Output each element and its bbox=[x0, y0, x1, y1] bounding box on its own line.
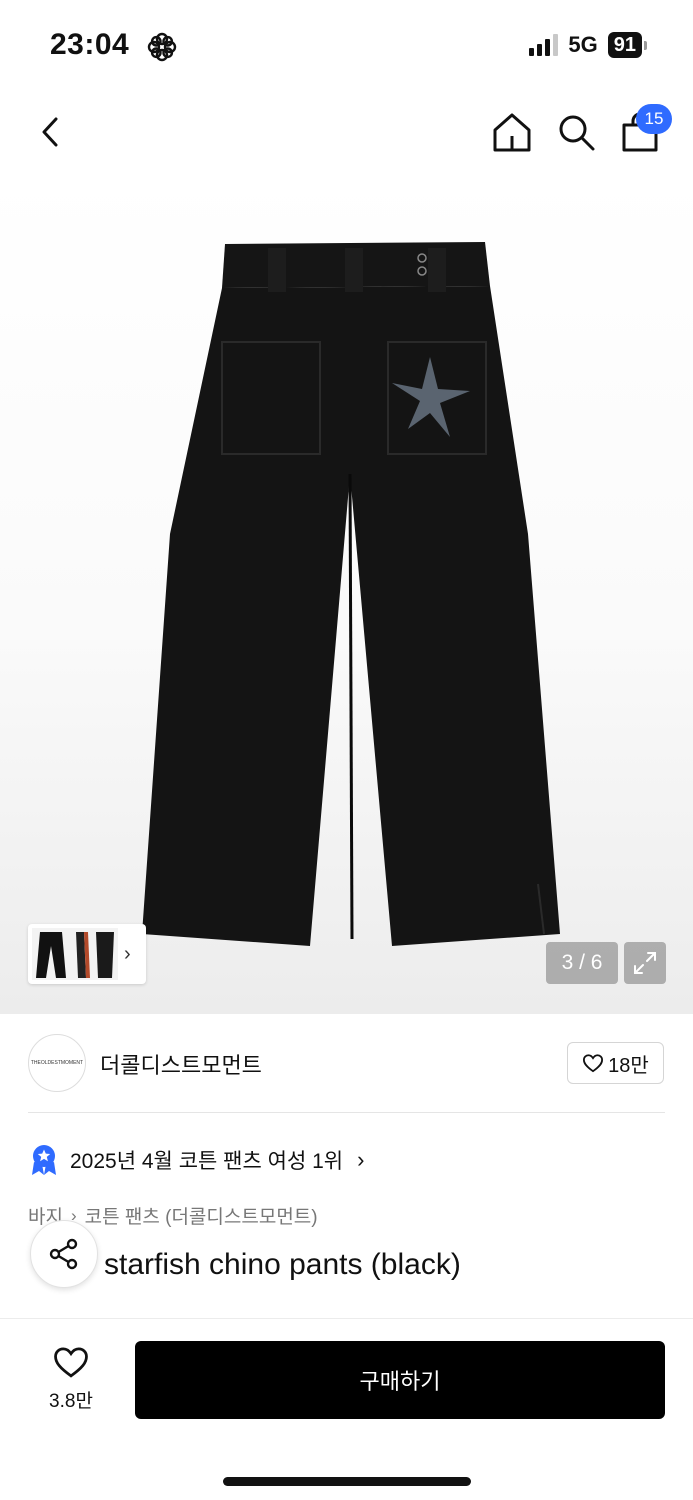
search-button[interactable] bbox=[554, 110, 598, 154]
home-icon bbox=[493, 113, 531, 152]
thumbnail-strip-button[interactable]: › bbox=[28, 924, 146, 984]
expand-icon bbox=[634, 952, 656, 974]
chevron-left-icon bbox=[42, 117, 58, 147]
brand-row: THEOLDESTMOMENT 더콜디스트모먼트 18만 bbox=[0, 1014, 693, 1114]
bottom-action-bar: 3.8만 구매하기 bbox=[0, 1318, 693, 1500]
heart-icon bbox=[54, 1347, 88, 1378]
search-icon bbox=[559, 115, 595, 151]
breadcrumb-subcategory[interactable]: 코튼 팬츠 (더콜디스트모먼트) bbox=[85, 1202, 318, 1229]
status-time: 23:04 bbox=[50, 28, 130, 61]
thumbnail-images bbox=[32, 928, 118, 980]
product-image-gallery[interactable]: › 3 / 6 bbox=[0, 172, 693, 1014]
wishlist-button[interactable]: 3.8만 bbox=[36, 1345, 106, 1413]
back-button[interactable] bbox=[28, 110, 72, 154]
image-page-counter: 3 / 6 bbox=[546, 942, 618, 984]
product-title-text: starfish chino pants (black) bbox=[104, 1248, 461, 1281]
share-button[interactable] bbox=[30, 1220, 98, 1288]
ranking-badge-icon bbox=[32, 1145, 56, 1175]
top-navbar bbox=[0, 92, 693, 172]
home-indicator bbox=[223, 1477, 471, 1486]
wishlist-count: 3.8만 bbox=[49, 1391, 93, 1412]
signal-icon bbox=[529, 34, 559, 56]
product-image bbox=[142, 242, 560, 946]
brand-logo-text: THEOLDESTMOMENT bbox=[30, 1060, 84, 1066]
chevron-right-icon: › bbox=[357, 1147, 365, 1172]
battery-icon: 91 bbox=[607, 32, 647, 58]
divider bbox=[28, 1112, 665, 1113]
chevron-right-icon: › bbox=[124, 942, 131, 965]
expand-image-button[interactable] bbox=[624, 942, 666, 984]
flower-icon bbox=[147, 32, 177, 62]
brand-like-count: 18만 bbox=[608, 1054, 649, 1077]
battery-level: 91 bbox=[607, 32, 642, 58]
cart-count-badge: 15 bbox=[636, 104, 672, 134]
ranking-text: 2025년 4월 코튼 팬츠 여성 1위 bbox=[70, 1150, 344, 1173]
brand-name[interactable]: 더콜디스트모먼트 bbox=[100, 1048, 262, 1080]
heart-icon bbox=[583, 1054, 604, 1073]
brand-logo[interactable]: THEOLDESTMOMENT bbox=[28, 1034, 86, 1092]
ranking-link[interactable]: 2025년 4월 코튼 팬츠 여성 1위 › bbox=[30, 1144, 364, 1176]
status-bar: 23:04 5G 91 bbox=[0, 0, 693, 92]
network-type: 5G bbox=[568, 32, 598, 57]
brand-like-button[interactable]: 18만 bbox=[567, 1042, 664, 1084]
share-icon bbox=[49, 1238, 78, 1270]
buy-button[interactable]: 구매하기 bbox=[135, 1341, 665, 1419]
home-button[interactable] bbox=[490, 110, 534, 154]
